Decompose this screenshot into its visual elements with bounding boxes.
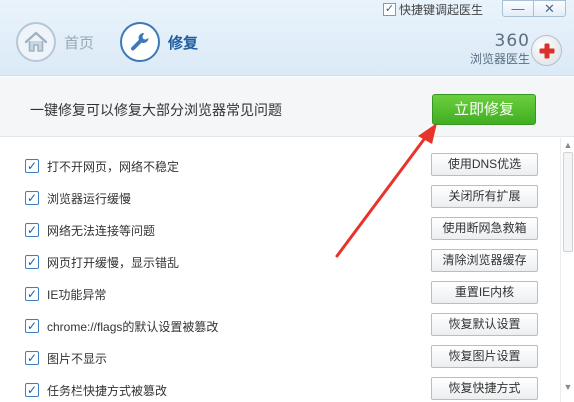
item-action-button[interactable]: 清除浏览器缓存 bbox=[431, 249, 538, 272]
tab-repair-label: 修复 bbox=[168, 34, 199, 52]
wrench-icon bbox=[120, 22, 160, 62]
item-action-button[interactable]: 恢复默认设置 bbox=[431, 313, 538, 336]
item-checkbox[interactable]: ✓ bbox=[25, 159, 39, 173]
list-item: ✓ chrome://flags的默认设置被篡改 恢复默认设置 bbox=[0, 310, 560, 342]
list-item: ✓ 打不开网页，网络不稳定 使用DNS优选 bbox=[0, 150, 560, 182]
tab-home[interactable]: 首页 bbox=[16, 22, 94, 62]
list-item: ✓ 网页打开缓慢，显示错乱 清除浏览器缓存 bbox=[0, 246, 560, 278]
item-checkbox[interactable]: ✓ bbox=[25, 191, 39, 205]
item-checkbox[interactable]: ✓ bbox=[25, 255, 39, 269]
item-label: 打不开网页，网络不稳定 bbox=[47, 160, 180, 174]
item-action-button[interactable]: 使用DNS优选 bbox=[431, 153, 538, 176]
brand-number: 360 bbox=[494, 31, 530, 51]
item-action-button[interactable]: 重置IE内核 bbox=[431, 281, 538, 304]
item-label: 图片不显示 bbox=[47, 352, 108, 366]
scroll-up-icon[interactable]: ▲ bbox=[563, 140, 573, 150]
close-button[interactable]: ✕ bbox=[534, 0, 566, 17]
list-item: ✓ 网络无法连接等问题 使用断网急救箱 bbox=[0, 214, 560, 246]
item-label: IE功能异常 bbox=[47, 288, 107, 302]
item-action-button[interactable]: 关闭所有扩展 bbox=[431, 185, 538, 208]
item-checkbox[interactable]: ✓ bbox=[25, 351, 39, 365]
hotkey-option[interactable]: ✓ 快捷键调起医生 bbox=[383, 1, 483, 17]
item-label: 网页打开缓慢，显示错乱 bbox=[47, 256, 180, 270]
brand-text: 360 浏览器医生 bbox=[460, 31, 530, 67]
list-item: ✓ IE功能异常 重置IE内核 bbox=[0, 278, 560, 310]
brand-name: 浏览器医生 bbox=[469, 52, 530, 66]
issue-list: ✓ 打不开网页，网络不稳定 使用DNS优选 ✓ 浏览器运行缓慢 关闭所有扩展 ✓… bbox=[0, 138, 560, 402]
medical-cross-icon bbox=[531, 35, 562, 66]
item-checkbox[interactable]: ✓ bbox=[25, 287, 39, 301]
item-action-button[interactable]: 恢复图片设置 bbox=[431, 345, 538, 368]
repair-now-button[interactable]: 立即修复 bbox=[432, 94, 536, 125]
list-item: ✓ 图片不显示 恢复图片设置 bbox=[0, 342, 560, 374]
page-headline: 一键修复可以修复大部分浏览器常见问题 bbox=[30, 102, 282, 118]
list-item: ✓ 浏览器运行缓慢 关闭所有扩展 bbox=[0, 182, 560, 214]
item-action-button[interactable]: 恢复快捷方式 bbox=[431, 377, 538, 400]
item-label: chrome://flags的默认设置被篡改 bbox=[47, 320, 219, 334]
action-bar: 一键修复可以修复大部分浏览器常见问题 立即修复 bbox=[0, 77, 574, 137]
hotkey-label: 快捷键调起医生 bbox=[399, 2, 484, 17]
item-checkbox[interactable]: ✓ bbox=[25, 223, 39, 237]
item-label: 浏览器运行缓慢 bbox=[47, 192, 132, 206]
minimize-button[interactable]: — bbox=[502, 0, 534, 17]
item-checkbox[interactable]: ✓ bbox=[25, 383, 39, 397]
item-action-button[interactable]: 使用断网急救箱 bbox=[431, 217, 538, 240]
list-item: ✓ 任务栏快捷方式被篡改 恢复快捷方式 bbox=[0, 374, 560, 402]
scrollbar-thumb[interactable] bbox=[563, 152, 573, 252]
item-checkbox[interactable]: ✓ bbox=[25, 319, 39, 333]
scroll-down-icon[interactable]: ▼ bbox=[563, 382, 573, 392]
list-scrollbar[interactable]: ▲ ▼ bbox=[560, 138, 574, 402]
item-label: 网络无法连接等问题 bbox=[47, 224, 156, 238]
item-label: 任务栏快捷方式被篡改 bbox=[47, 384, 168, 398]
home-icon bbox=[16, 22, 56, 62]
app-header: ✓ 快捷键调起医生 — ✕ 首页 修复 360 浏览器医生 bbox=[0, 0, 574, 76]
tab-home-label: 首页 bbox=[64, 34, 95, 52]
hotkey-checkbox[interactable]: ✓ bbox=[383, 2, 396, 16]
tab-repair[interactable]: 修复 bbox=[120, 22, 198, 62]
